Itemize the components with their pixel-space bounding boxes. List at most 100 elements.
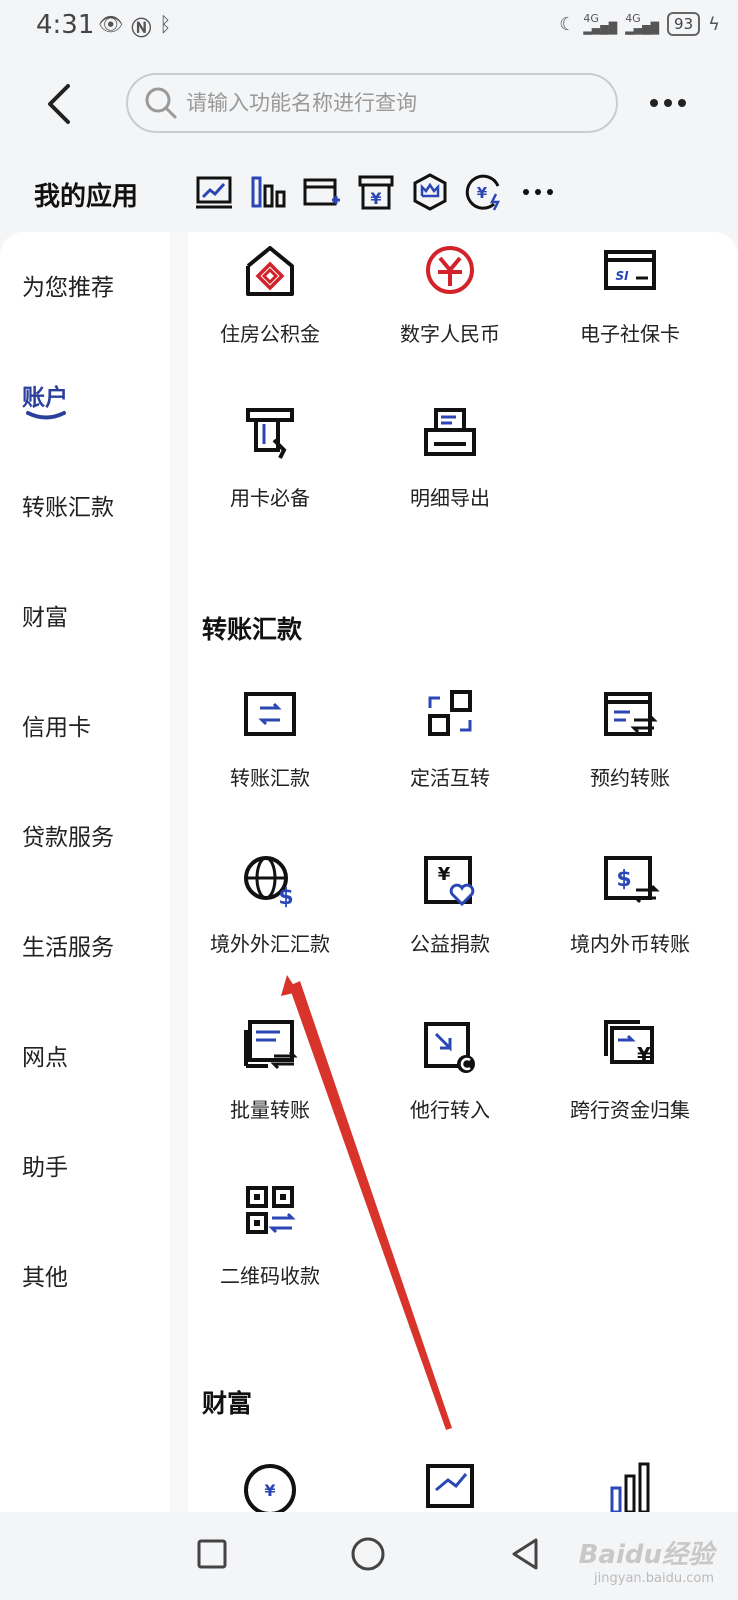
back-arrow-icon[interactable] bbox=[40, 82, 80, 126]
svg-text:¥: ¥ bbox=[637, 1043, 651, 1067]
svg-text:SI: SI bbox=[615, 269, 629, 283]
globe-dollar-icon: $ bbox=[244, 856, 294, 910]
grid-item-label: 用卡必备 bbox=[230, 486, 310, 510]
wealth-trend-icon[interactable] bbox=[420, 1460, 480, 1512]
wealth-bar-icon[interactable] bbox=[600, 1460, 660, 1512]
wealth-coin-icon[interactable]: ¥ bbox=[240, 1460, 300, 1512]
svg-text:¥: ¥ bbox=[438, 864, 451, 885]
signal-icon-1: 4G ▂▄▆█ bbox=[583, 12, 618, 35]
search-input[interactable] bbox=[186, 91, 586, 115]
status-icons-left: 👁 Ⓝ ᛒ bbox=[98, 12, 171, 41]
grid-item-label: 定活互转 bbox=[410, 766, 490, 790]
sidebar-item-transfer[interactable]: 转账汇款 bbox=[22, 488, 114, 522]
sidebar-item-loan[interactable]: 贷款服务 bbox=[22, 818, 114, 852]
grid-item-qr-collect[interactable]: 二维码收款 bbox=[180, 1182, 360, 1289]
app-content: 住房公积金 数字人民币 SI 电子社保卡 用卡必备 明细导出 转账汇款 转账汇款… bbox=[188, 232, 738, 1512]
section-title-transfer: 转账汇款 bbox=[202, 615, 303, 644]
grid-item-scheduled-transfer[interactable]: 预约转账 bbox=[540, 684, 720, 791]
fixed-demand-swap-icon bbox=[428, 690, 472, 736]
grid-item-charity-donation[interactable]: ¥ 公益捐款 bbox=[360, 850, 540, 957]
foreign-currency-transfer-icon: $ bbox=[604, 856, 660, 904]
grid-item-batch-transfer[interactable]: 批量转账 bbox=[180, 1016, 360, 1123]
atm-card-icon bbox=[246, 408, 294, 459]
section-title-wealth: 财富 bbox=[202, 1389, 253, 1418]
grid-item-statement-export[interactable]: 明细导出 bbox=[360, 404, 540, 511]
grid-item-social-security-card[interactable]: SI 电子社保卡 bbox=[540, 240, 720, 347]
sidebar-item-other[interactable]: 其他 bbox=[22, 1258, 68, 1292]
grid-item-transfer[interactable]: 转账汇款 bbox=[180, 684, 360, 791]
svg-text:$: $ bbox=[616, 867, 631, 892]
social-security-card-icon: SI bbox=[604, 250, 656, 290]
sidebar-item-account[interactable]: 账户 bbox=[22, 378, 68, 412]
status-time: 4:31 bbox=[36, 10, 95, 40]
my-apps-title: 我的应用 bbox=[34, 182, 139, 212]
grid-item-fixed-demand-swap[interactable]: 定活互转 bbox=[360, 684, 540, 791]
chart-trend-icon[interactable] bbox=[194, 172, 234, 212]
sidebar-item-wealth[interactable]: 财富 bbox=[22, 598, 68, 632]
more-options-icon[interactable] bbox=[648, 88, 688, 118]
yuan-exchange-icon[interactable]: ¥ bbox=[464, 172, 504, 212]
sidebar-item-life-service[interactable]: 生活服务 bbox=[22, 928, 114, 962]
grid-item-housing-fund[interactable]: 住房公积金 bbox=[180, 240, 360, 347]
back-nav-icon[interactable] bbox=[506, 1534, 546, 1574]
card-add-icon[interactable] bbox=[302, 172, 342, 212]
active-indicator bbox=[26, 411, 66, 420]
status-icons-right: ☾ 4G ▂▄▆█ 4G ▂▄▆█ 93 ϟ bbox=[559, 12, 720, 36]
recent-apps-icon[interactable] bbox=[192, 1534, 232, 1574]
grid-item-domestic-foreign-transfer[interactable]: $ 境内外币转账 bbox=[540, 850, 720, 957]
my-apps-shortcuts: ¥ ¥ bbox=[194, 172, 558, 212]
yuan-box-icon[interactable]: ¥ bbox=[356, 172, 396, 212]
grid-item-label: 境外外汇汇款 bbox=[210, 932, 330, 956]
search-box[interactable] bbox=[126, 73, 618, 133]
search-icon bbox=[145, 87, 177, 119]
other-bank-in-icon bbox=[424, 1022, 475, 1073]
bluetooth-icon: ᛒ bbox=[159, 12, 172, 36]
eye-icon: 👁 bbox=[98, 12, 124, 36]
cross-bank-collect-icon: ¥ bbox=[604, 1020, 654, 1067]
home-icon[interactable] bbox=[348, 1534, 388, 1574]
svg-text:$: $ bbox=[278, 885, 293, 910]
baidu-watermark: Baidu经验 jingyan.baidu.com bbox=[578, 1540, 714, 1586]
bar-chart-icon[interactable] bbox=[248, 172, 288, 212]
grid-item-label: 电子社保卡 bbox=[580, 322, 680, 346]
status-bar: 4:31 👁 Ⓝ ᛒ ☾ 4G ▂▄▆█ 4G ▂▄▆█ 93 ϟ bbox=[0, 0, 738, 56]
grid-item-cross-bank-collect[interactable]: ¥ 跨行资金归集 bbox=[540, 1016, 720, 1123]
crown-shield-icon[interactable] bbox=[410, 172, 450, 212]
battery-indicator: 93 bbox=[667, 12, 701, 36]
grid-item-label: 住房公积金 bbox=[220, 322, 320, 346]
more-dots-icon[interactable] bbox=[518, 172, 558, 212]
grid-item-label: 他行转入 bbox=[410, 1098, 490, 1122]
grid-item-label: 跨行资金归集 bbox=[570, 1098, 690, 1122]
qr-collect-icon bbox=[246, 1186, 296, 1234]
scheduled-transfer-icon bbox=[604, 692, 658, 736]
grid-item-label: 二维码收款 bbox=[220, 1264, 320, 1288]
printer-icon bbox=[424, 408, 476, 456]
grid-item-label: 转账汇款 bbox=[230, 766, 310, 790]
sidebar-item-credit-card[interactable]: 信用卡 bbox=[22, 708, 91, 742]
grid-item-label: 预约转账 bbox=[590, 766, 670, 790]
grid-item-label: 公益捐款 bbox=[410, 932, 490, 956]
grid-item-label: 境内外币转账 bbox=[570, 932, 690, 956]
grid-item-other-bank-in[interactable]: 他行转入 bbox=[360, 1016, 540, 1123]
grid-item-digital-rmb[interactable]: 数字人民币 bbox=[360, 240, 540, 347]
charity-donation-icon: ¥ bbox=[424, 856, 475, 907]
grid-item-label: 数字人民币 bbox=[400, 322, 500, 346]
category-sidebar: 为您推荐 账户 转账汇款 财富 信用卡 贷款服务 生活服务 网点 助手 其他 bbox=[0, 232, 170, 1512]
sidebar-item-recommended[interactable]: 为您推荐 bbox=[22, 268, 114, 302]
svg-text:¥: ¥ bbox=[264, 1481, 275, 1500]
svg-text:¥: ¥ bbox=[477, 184, 488, 202]
charging-icon: ϟ bbox=[708, 13, 720, 35]
sidebar-item-branch[interactable]: 网点 bbox=[22, 1038, 68, 1072]
moon-icon: ☾ bbox=[559, 13, 576, 35]
house-fund-icon bbox=[246, 246, 294, 296]
transfer-icon bbox=[244, 692, 296, 736]
system-nav-bar: Baidu经验 jingyan.baidu.com bbox=[0, 1512, 738, 1600]
svg-text:¥: ¥ bbox=[370, 189, 381, 208]
sidebar-item-assistant[interactable]: 助手 bbox=[22, 1148, 68, 1182]
signal-icon-2: 4G ▂▄▆█ bbox=[625, 12, 660, 35]
grid-item-overseas-remittance[interactable]: $ 境外外汇汇款 bbox=[180, 850, 360, 957]
batch-transfer-icon bbox=[244, 1020, 298, 1070]
digital-rmb-icon bbox=[426, 246, 474, 294]
grid-item-label: 批量转账 bbox=[230, 1098, 310, 1122]
grid-item-card-essentials[interactable]: 用卡必备 bbox=[180, 404, 360, 511]
